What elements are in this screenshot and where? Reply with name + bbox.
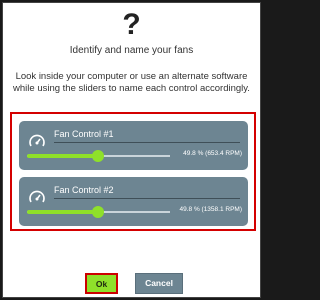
question-mark-icon: ? [122,8,141,41]
fan-control-card: Fan Control #2 49.8 % (1358.1 RPM) [19,177,248,226]
slider-fill [27,210,99,214]
dialog-instructions: Look inside your computer or use an alte… [13,71,250,94]
fan-name-underline [54,198,240,199]
fan-controls-panel: Fan Control #1 49.8 % (653.4 RPM) Fan Co… [10,112,256,231]
identify-fans-dialog: ? Identify and name your fans Look insid… [2,2,261,298]
gauge-icon [29,134,45,147]
cancel-button[interactable]: Cancel [135,273,183,294]
slider-thumb[interactable] [92,150,105,162]
fan-control-card: Fan Control #1 49.8 % (653.4 RPM) [19,121,248,170]
ok-button[interactable]: Ok [85,273,118,294]
slider-fill [27,154,99,158]
fan-name-underline [54,142,240,143]
gauge-icon [29,190,45,203]
dialog-subtitle: Identify and name your fans [69,45,194,56]
fan-speed-slider[interactable] [27,150,170,162]
fan-speed-readout: 49.8 % (653.4 RPM) [183,150,242,157]
slider-thumb[interactable] [92,206,105,218]
fan-name-field[interactable]: Fan Control #2 [54,185,114,195]
fan-name-field[interactable]: Fan Control #1 [54,129,114,139]
fan-speed-readout: 49.8 % (1358.1 RPM) [179,206,242,213]
fan-speed-slider[interactable] [27,206,170,218]
